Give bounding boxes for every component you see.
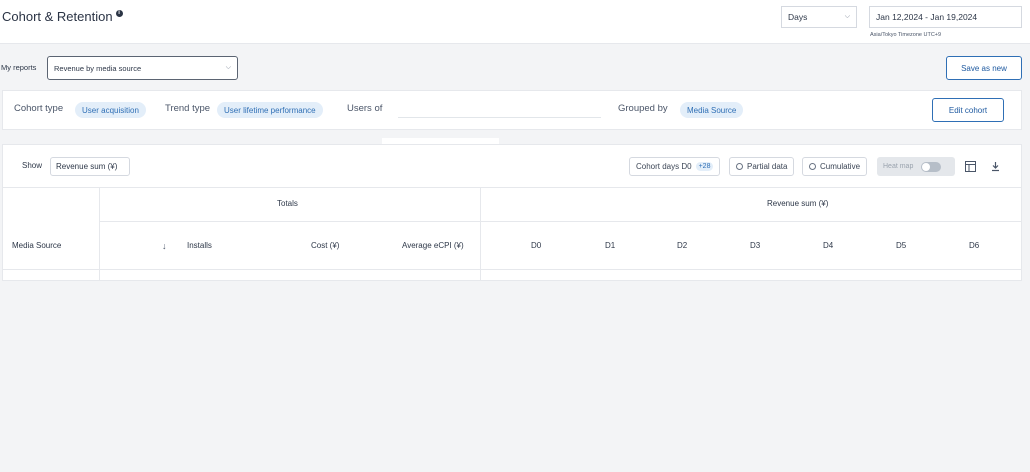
page-title-text: Cohort & Retention — [2, 9, 113, 24]
report-select-value: Revenue by media source — [54, 63, 142, 73]
table-layout-icon[interactable] — [964, 160, 976, 172]
chevron-down-icon: ⌵ — [225, 64, 231, 71]
grouped-by-label: Grouped by — [618, 103, 668, 114]
cohort-days-extra: +28 — [695, 162, 714, 171]
clock-icon — [736, 163, 743, 170]
heat-map-toggle[interactable]: Heat map — [877, 157, 955, 176]
cohort-days-button[interactable]: Cohort days D0 +28 — [629, 157, 721, 176]
show-metric-value: Revenue sum (¥) — [56, 162, 118, 171]
date-range-value: Jan 12,2024 - Jan 19,2024 — [876, 12, 978, 22]
edit-cohort-button[interactable]: Edit cohort — [932, 98, 1004, 122]
grouped-by-chip[interactable]: Media Source — [680, 102, 744, 118]
my-reports-label: My reports — [1, 63, 37, 72]
table-divider — [2, 269, 1022, 270]
column-header-installs[interactable]: Installs — [187, 241, 212, 250]
page-title: Cohort & Retention i — [2, 9, 123, 24]
report-card — [2, 144, 1022, 281]
heat-map-label: Heat map — [883, 163, 914, 170]
info-icon[interactable]: i — [115, 10, 123, 17]
trend-type-label: Trend type — [165, 103, 211, 114]
show-metric-select[interactable]: Revenue sum (¥) — [50, 157, 130, 176]
download-icon[interactable] — [989, 160, 1001, 172]
column-header-ecpi[interactable]: Average eCPI (¥) — [402, 241, 464, 250]
table-divider — [480, 187, 481, 281]
partial-data-button[interactable]: Partial data — [729, 157, 795, 176]
period-select-value: Days — [788, 12, 808, 22]
column-header-day[interactable]: D6 — [969, 241, 979, 250]
group-header-totals: Totals — [277, 199, 298, 208]
users-of-label: Users of — [347, 103, 383, 114]
timezone-label: Asia/Tokyo Timezone UTC+9 — [870, 32, 942, 38]
show-label: Show — [22, 161, 43, 170]
column-header-day[interactable]: D1 — [605, 241, 615, 250]
table-divider — [2, 187, 1022, 188]
table-divider — [100, 221, 1022, 222]
column-header-media-source[interactable]: Media Source — [12, 241, 61, 250]
save-as-new-button[interactable]: Save as new — [946, 56, 1022, 80]
toggle-switch[interactable] — [921, 161, 942, 172]
column-header-day[interactable]: D2 — [677, 241, 687, 250]
trend-type-chip[interactable]: User lifetime performance — [217, 102, 323, 118]
arrow-down-icon[interactable]: ↓ — [162, 241, 167, 251]
cohort-type-chip[interactable]: User acquisition — [75, 102, 146, 118]
cohort-config-bar — [2, 90, 1022, 130]
chevron-down-icon: ⌵ — [844, 13, 850, 20]
column-header-cost[interactable]: Cost (¥) — [311, 241, 339, 250]
column-header-day[interactable]: D3 — [750, 241, 760, 250]
users-of-input[interactable] — [398, 117, 601, 118]
date-range-picker[interactable]: Jan 12,2024 - Jan 19,2024 — [869, 6, 1022, 28]
group-header-revenue: Revenue sum (¥) — [767, 199, 829, 208]
cumulative-label: Cumulative — [820, 162, 861, 171]
column-header-day[interactable]: D0 — [531, 241, 541, 250]
period-select[interactable]: Days ⌵ — [781, 6, 857, 28]
table-divider — [99, 187, 100, 281]
partial-data-label: Partial data — [747, 162, 788, 171]
clock-icon — [809, 163, 816, 170]
column-header-day[interactable]: D5 — [896, 241, 906, 250]
cohort-days-label: Cohort days D0 — [636, 162, 692, 171]
cohort-type-label: Cohort type — [14, 103, 64, 114]
report-select[interactable]: Revenue by media source ⌵ — [47, 56, 238, 80]
column-header-day[interactable]: D4 — [823, 241, 833, 250]
cumulative-button[interactable]: Cumulative — [802, 157, 868, 176]
